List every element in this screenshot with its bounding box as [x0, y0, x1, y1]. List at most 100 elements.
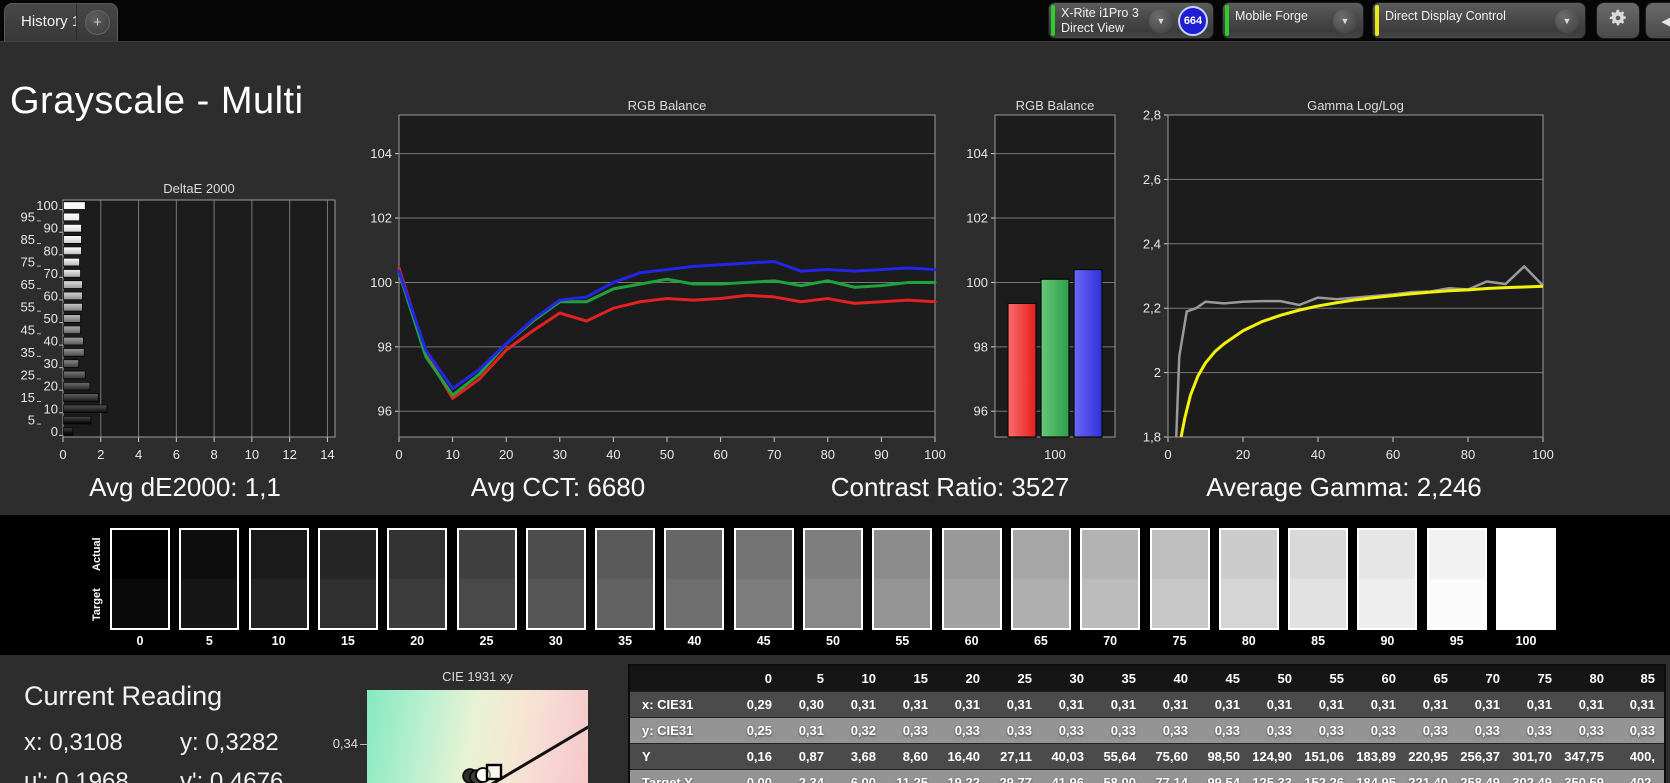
collapse-panel-button[interactable]: ◀ — [1645, 2, 1670, 39]
swatch-80 — [1219, 528, 1279, 630]
chevron-down-icon[interactable]: ▼ — [1555, 9, 1579, 33]
source-status-stripe — [1225, 5, 1229, 36]
swatch-55 — [872, 528, 932, 630]
axis-label: 15 — [21, 390, 35, 405]
axis-label: 4 — [135, 447, 142, 462]
axis-label: 75 — [21, 255, 35, 270]
swatch-target — [528, 579, 584, 628]
axis-label: 85 — [21, 232, 35, 247]
page-title: Grayscale - Multi — [10, 80, 304, 123]
axis-label: 35 — [21, 345, 35, 360]
axis-label: 10 — [245, 447, 259, 462]
axis-label: 20 — [1236, 447, 1250, 462]
swatch-label: 25 — [455, 634, 519, 648]
table-column-header: 50 — [1249, 665, 1301, 692]
deltae-bar-30 — [64, 360, 79, 368]
stat-avg-cct: Avg CCT: 6680 — [368, 472, 748, 503]
swatch-target — [874, 579, 930, 628]
swatch-label: 95 — [1425, 634, 1489, 648]
axis-label: 12 — [282, 447, 296, 462]
table-cell: 0,31 — [1405, 692, 1457, 718]
meter-select[interactable]: X-Rite i1Pro 3 Direct View ▼ 664 — [1048, 2, 1214, 39]
axis-label: 2,4 — [1143, 236, 1161, 251]
table-cell: 29,77 — [989, 770, 1041, 783]
axis-label: 80 — [44, 243, 58, 258]
axis-label: 96 — [378, 404, 392, 419]
cie-ytick-label: 0,34 — [306, 736, 358, 751]
axis-label: 102 — [370, 211, 392, 226]
table-cell: 183,89 — [1353, 744, 1405, 770]
chevron-down-icon[interactable]: ▼ — [1333, 9, 1357, 33]
table-cell: 301,70 — [1509, 744, 1561, 770]
swatch-actual — [251, 530, 307, 579]
table-cell: 41,96 — [1041, 770, 1093, 783]
table-row-label: Y — [629, 744, 729, 770]
table-cell: 58,00 — [1093, 770, 1145, 783]
axis-label: 10 — [445, 447, 459, 462]
axis-label: 80 — [1461, 447, 1475, 462]
table-cell: 0,31 — [1509, 692, 1561, 718]
table-cell: 99,54 — [1197, 770, 1249, 783]
settings-button[interactable] — [1596, 2, 1640, 39]
table-cell: 0,31 — [937, 692, 989, 718]
table-cell: 98,50 — [1197, 744, 1249, 770]
axis-label: 60 — [1386, 447, 1400, 462]
table-cell: 55,64 — [1093, 744, 1145, 770]
swatch-label: 90 — [1355, 634, 1419, 648]
swatch-label: 85 — [1286, 634, 1350, 648]
swatch-actual — [320, 530, 376, 579]
deltae-bar-55 — [64, 303, 83, 311]
axis-label: 8 — [210, 447, 217, 462]
swatch-target — [944, 579, 1000, 628]
swatch-actual — [1498, 530, 1554, 579]
pattern-source-select[interactable]: Mobile Forge ▼ — [1222, 2, 1364, 39]
swatch-label: 70 — [1078, 634, 1142, 648]
axis-label: 50 — [660, 447, 674, 462]
axis-label: 0 — [51, 424, 58, 439]
target-point-square — [487, 765, 501, 779]
table-row-x-cie31: x: CIE310,290,300,310,310,310,310,310,31… — [629, 692, 1665, 718]
display-control-select[interactable]: Direct Display Control ▼ — [1372, 2, 1586, 39]
axis-label: 90 — [44, 221, 58, 236]
table-cell: 184,95 — [1353, 770, 1405, 783]
table-cell: 125,33 — [1249, 770, 1301, 783]
table-column-header: 60 — [1353, 665, 1405, 692]
axis-label: 104 — [966, 146, 988, 161]
swatch-label: 100 — [1494, 634, 1558, 648]
swatch-actual — [528, 530, 584, 579]
swatch-actual — [389, 530, 445, 579]
deltae-chart: 0246810121410095908580757065605550454035… — [0, 196, 370, 486]
table-cell: 77,14 — [1145, 770, 1197, 783]
swatch-target — [666, 579, 722, 628]
meter-count-badge[interactable]: 664 — [1178, 6, 1208, 36]
axis-label: 2,2 — [1143, 301, 1161, 316]
axis-label: 60 — [44, 288, 58, 303]
meter-status-stripe — [1051, 5, 1055, 36]
swatch-target — [805, 579, 861, 628]
axis-label: 55 — [21, 300, 35, 315]
swatch-90 — [1357, 528, 1417, 630]
swatch-label: 45 — [732, 634, 796, 648]
deltae-bar-85 — [64, 236, 82, 244]
chevron-down-icon[interactable]: ▼ — [1149, 9, 1173, 33]
axis-label: 98 — [974, 339, 988, 354]
table-cell: 0,33 — [1353, 718, 1405, 744]
swatch-actual — [1429, 530, 1485, 579]
cie-chart-title: CIE 1931 xy — [367, 669, 588, 684]
swatch-label: 30 — [524, 634, 588, 648]
table-cell: 0,31 — [1249, 692, 1301, 718]
table-cell: 0,31 — [1613, 692, 1665, 718]
table-cell: 40,03 — [1041, 744, 1093, 770]
axis-label: 100 — [370, 275, 392, 290]
swatch-65 — [1011, 528, 1071, 630]
axis-label: 0 — [59, 447, 66, 462]
add-tab-button[interactable]: + — [76, 3, 118, 41]
table-cell: 0,31 — [1093, 692, 1145, 718]
swatch-target — [1429, 579, 1485, 628]
swatch-target — [1221, 579, 1277, 628]
swatch-label: 75 — [1148, 634, 1212, 648]
axis-label: 70 — [767, 447, 781, 462]
axis-label: 2,6 — [1143, 172, 1161, 187]
gamma-chart: 1,822,22,42,62,8020406080100 — [1128, 110, 1670, 480]
deltae-bar-90 — [64, 224, 82, 232]
